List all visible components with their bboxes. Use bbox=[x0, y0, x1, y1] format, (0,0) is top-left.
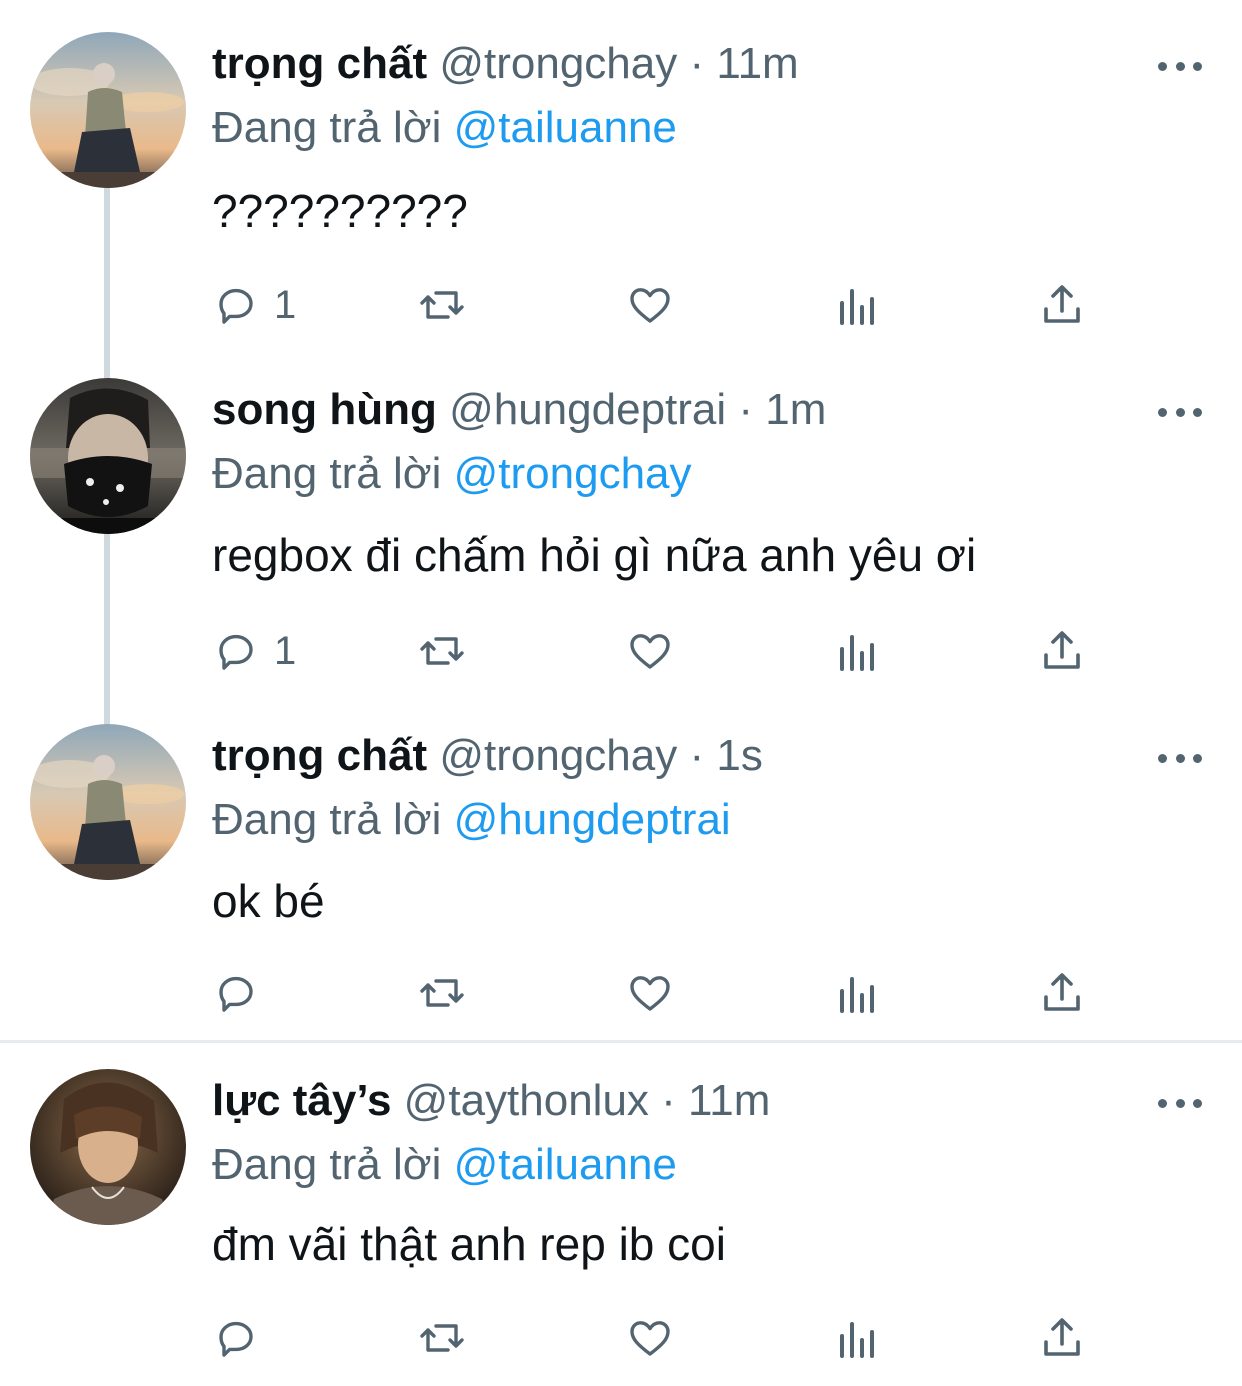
share-icon bbox=[1044, 1318, 1080, 1356]
retweet-icon bbox=[420, 637, 464, 665]
tweet-header: song hùng @hungdeptrai · 1m bbox=[212, 376, 826, 444]
timestamp[interactable]: 1m bbox=[765, 385, 826, 434]
share-icon bbox=[1044, 973, 1080, 1011]
reply-count: 1 bbox=[274, 628, 297, 673]
username[interactable]: @trongchay bbox=[439, 731, 677, 780]
retweet-button[interactable] bbox=[418, 270, 466, 340]
mention-link[interactable]: @trongchay bbox=[454, 449, 692, 498]
reply-icon bbox=[219, 1321, 253, 1357]
username[interactable]: @trongchay bbox=[439, 39, 677, 88]
avatar[interactable] bbox=[30, 724, 186, 880]
replying-to: Đang trả lời @hungdeptrai bbox=[212, 786, 731, 854]
like-icon bbox=[630, 634, 670, 669]
views-button[interactable] bbox=[832, 270, 880, 340]
more-icon[interactable] bbox=[1158, 740, 1202, 776]
reply-icon bbox=[219, 288, 253, 324]
timestamp[interactable]: 11m bbox=[716, 39, 798, 88]
timestamp[interactable]: 1s bbox=[716, 731, 762, 780]
share-button[interactable] bbox=[1038, 1303, 1086, 1373]
share-button[interactable] bbox=[1038, 616, 1086, 686]
tweet-text: ok bé bbox=[212, 875, 325, 927]
mention-link[interactable]: @tailuanne bbox=[454, 1140, 677, 1189]
views-button[interactable] bbox=[832, 1303, 880, 1373]
retweet-button[interactable] bbox=[418, 616, 466, 686]
like-button[interactable] bbox=[626, 270, 674, 340]
tweet-header: trọng chất @trongchay · 11m bbox=[212, 30, 799, 98]
username[interactable]: @hungdeptrai bbox=[449, 385, 726, 434]
separator: · bbox=[677, 731, 717, 780]
replying-to: Đang trả lời @tailuanne bbox=[212, 94, 677, 162]
divider bbox=[0, 1040, 1242, 1043]
like-button[interactable] bbox=[626, 958, 674, 1028]
views-button[interactable] bbox=[832, 958, 880, 1028]
tweet-header: trọng chất @trongchay · 1s bbox=[212, 722, 763, 790]
reply-icon bbox=[219, 976, 253, 1012]
replying-to: Đang trả lời @trongchay bbox=[212, 440, 692, 508]
tweet-text: ?????????? bbox=[212, 185, 468, 237]
reply-button[interactable] bbox=[212, 958, 274, 1028]
like-button[interactable] bbox=[626, 1303, 674, 1373]
views-icon bbox=[840, 635, 874, 671]
mention-link[interactable]: @hungdeptrai bbox=[454, 795, 731, 844]
like-icon bbox=[630, 1321, 670, 1356]
username[interactable]: @taythonlux bbox=[404, 1076, 649, 1125]
action-bar bbox=[0, 1303, 1242, 1373]
separator: · bbox=[726, 385, 766, 434]
share-button[interactable] bbox=[1038, 958, 1086, 1028]
share-button[interactable] bbox=[1038, 270, 1086, 340]
timestamp[interactable]: 11m bbox=[688, 1076, 770, 1125]
reply-button[interactable] bbox=[212, 1303, 274, 1373]
avatar[interactable] bbox=[30, 378, 186, 534]
replying-label: Đang trả lời bbox=[212, 449, 454, 498]
reply-count: 1 bbox=[274, 282, 297, 327]
retweet-icon bbox=[420, 291, 464, 319]
views-icon bbox=[840, 1322, 874, 1358]
replying-label: Đang trả lời bbox=[212, 795, 454, 844]
like-button[interactable] bbox=[626, 616, 674, 686]
more-icon[interactable] bbox=[1158, 1085, 1202, 1121]
reply-button[interactable]: 1 bbox=[212, 270, 296, 340]
replying-label: Đang trả lời bbox=[212, 103, 454, 152]
retweet-button[interactable] bbox=[418, 1303, 466, 1373]
reply-button[interactable]: 1 bbox=[212, 616, 296, 686]
share-icon bbox=[1044, 285, 1080, 323]
retweet-icon bbox=[420, 979, 464, 1007]
replying-label: Đang trả lời bbox=[212, 1140, 454, 1189]
retweet-icon bbox=[420, 1324, 464, 1352]
action-bar: 1 bbox=[0, 616, 1242, 686]
display-name[interactable]: lực tây’s bbox=[212, 1076, 391, 1125]
display-name[interactable]: trọng chất bbox=[212, 39, 427, 88]
display-name[interactable]: song hùng bbox=[212, 385, 437, 434]
retweet-button[interactable] bbox=[418, 958, 466, 1028]
action-bar: 1 bbox=[0, 270, 1242, 340]
like-icon bbox=[630, 976, 670, 1011]
replying-to: Đang trả lời @tailuanne bbox=[212, 1131, 677, 1199]
more-icon[interactable] bbox=[1158, 394, 1202, 430]
views-icon bbox=[840, 289, 874, 325]
separator: · bbox=[648, 1076, 689, 1125]
reply-icon bbox=[219, 634, 253, 670]
tweet-header: lực tây’s @taythonlux · 11m bbox=[212, 1067, 770, 1135]
avatar[interactable] bbox=[30, 32, 186, 188]
share-icon bbox=[1044, 631, 1080, 669]
like-icon bbox=[630, 288, 670, 323]
mention-link[interactable]: @tailuanne bbox=[454, 103, 677, 152]
action-bar bbox=[0, 958, 1242, 1028]
more-icon[interactable] bbox=[1158, 48, 1202, 84]
tweet-text: regbox đi chấm hỏi gì nữa anh yêu ơi bbox=[212, 529, 977, 581]
tweet-text: đm vãi thật anh rep ib coi bbox=[212, 1218, 726, 1270]
views-button[interactable] bbox=[832, 616, 880, 686]
avatar[interactable] bbox=[30, 1069, 186, 1225]
display-name[interactable]: trọng chất bbox=[212, 731, 427, 780]
separator: · bbox=[677, 39, 717, 88]
views-icon bbox=[840, 977, 874, 1013]
